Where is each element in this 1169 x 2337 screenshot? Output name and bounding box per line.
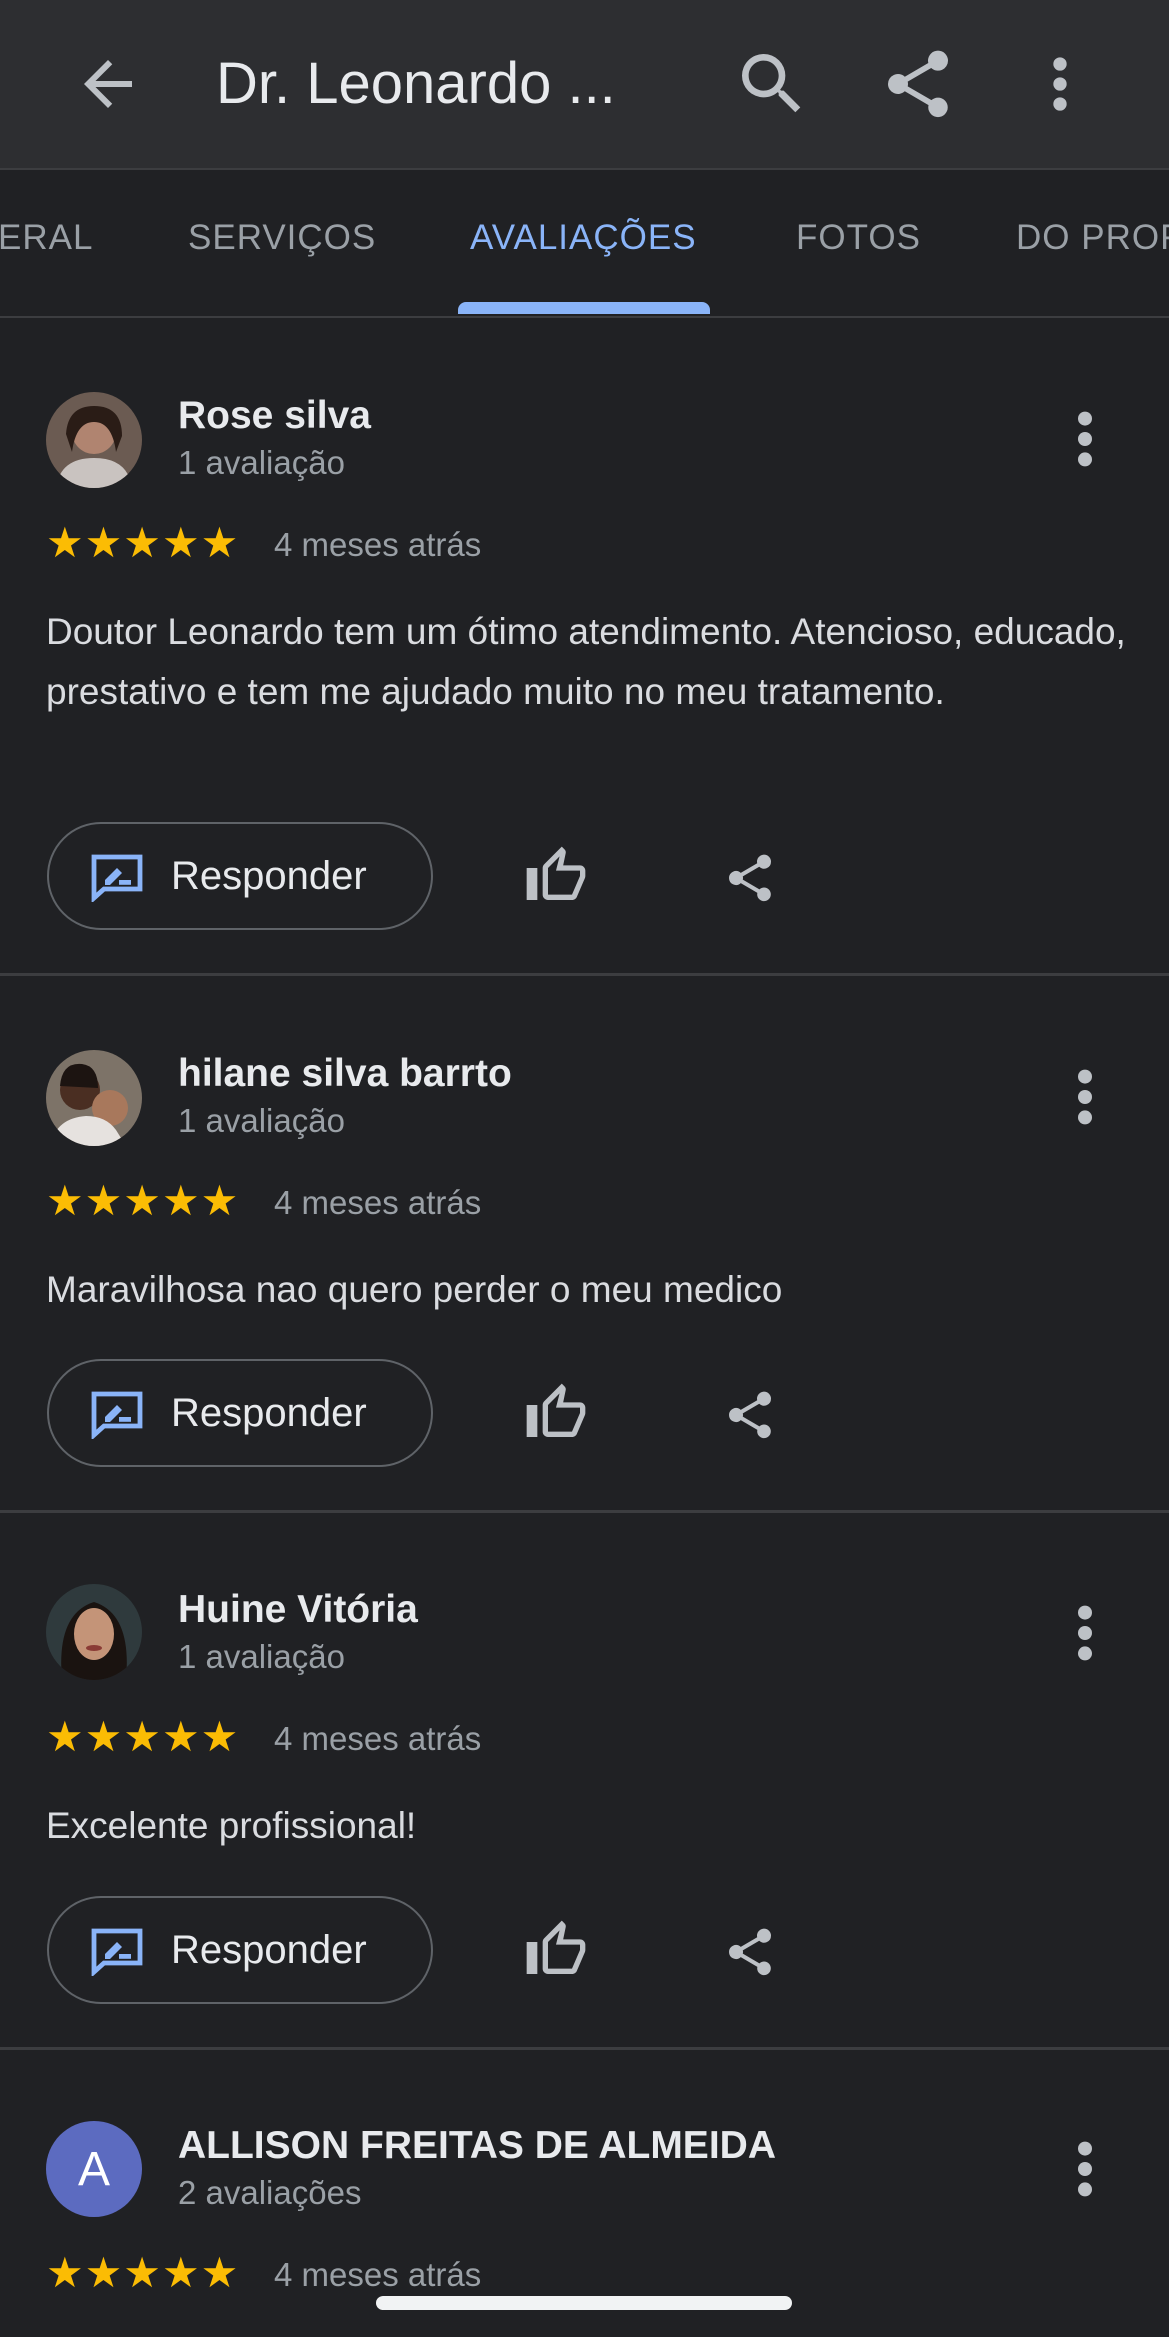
- review-time: 4 meses atrás: [274, 1720, 482, 1757]
- avatar[interactable]: A: [46, 2121, 142, 2217]
- reply-button[interactable]: Responder: [47, 822, 433, 930]
- review-text: Doutor Leonardo tem um ótimo atendimento…: [46, 611, 1126, 712]
- review-time: 4 meses atrás: [274, 2256, 482, 2293]
- avatar[interactable]: [46, 1584, 142, 1680]
- review-time: 4 meses atrás: [274, 1184, 482, 1221]
- review-time: 4 meses atrás: [274, 526, 482, 563]
- review-text: Excelente profissional!: [46, 1805, 417, 1846]
- reviewer-name[interactable]: hilane silva barrto: [178, 1052, 512, 1096]
- star-rating: ★★★★★: [46, 2249, 240, 2296]
- divider: [0, 973, 1169, 976]
- share-icon[interactable]: [722, 1385, 778, 1445]
- thumb-up-icon[interactable]: [524, 1381, 588, 1445]
- avatar-letter: A: [77, 2142, 110, 2196]
- more-vert-icon[interactable]: [1060, 2134, 1110, 2204]
- active-tab-indicator: [458, 302, 710, 314]
- search-icon[interactable]: [732, 44, 812, 124]
- divider: [0, 2047, 1169, 2050]
- reply-button-label: Responder: [171, 854, 367, 898]
- more-vert-icon[interactable]: [1020, 44, 1100, 124]
- more-vert-icon[interactable]: [1060, 404, 1110, 474]
- star-rating: ★★★★★: [46, 1713, 240, 1760]
- page-title: Dr. Leonardo ...: [216, 51, 616, 116]
- thumb-up-icon[interactable]: [524, 1918, 588, 1982]
- avatar[interactable]: [46, 392, 142, 488]
- review-text: Maravilhosa nao quero perder o meu medic…: [46, 1269, 783, 1310]
- more-vert-icon[interactable]: [1060, 1598, 1110, 1668]
- tab-reviews[interactable]: AVALIAÇÕES: [470, 218, 697, 258]
- thumb-up-icon[interactable]: [524, 844, 588, 908]
- avatar[interactable]: [46, 1050, 142, 1146]
- reviewer-name[interactable]: Huine Vitória: [178, 1588, 418, 1632]
- star-rating: ★★★★★: [46, 519, 240, 566]
- reviewer-review-count: 1 avaliação: [178, 444, 345, 481]
- star-rating: ★★★★★: [46, 1177, 240, 1224]
- app-bar: Dr. Leonardo ...: [0, 0, 1169, 170]
- tab-services[interactable]: SERVIÇOS: [188, 218, 376, 258]
- reply-button[interactable]: Responder: [47, 1359, 433, 1467]
- rate-review-icon: [89, 1926, 145, 1978]
- share-icon[interactable]: [722, 848, 778, 908]
- reviewer-name[interactable]: Rose silva: [178, 394, 371, 438]
- reviewer-review-count: 2 avaliações: [178, 2174, 362, 2211]
- reply-button[interactable]: Responder: [47, 1896, 433, 2004]
- share-icon[interactable]: [878, 44, 958, 124]
- tab-photos[interactable]: FOTOS: [796, 218, 921, 258]
- tab-about[interactable]: DO PROF: [1016, 218, 1169, 258]
- divider: [0, 1510, 1169, 1513]
- reply-button-label: Responder: [171, 1928, 367, 1972]
- rate-review-icon: [89, 1389, 145, 1441]
- reviewer-review-count: 1 avaliação: [178, 1102, 345, 1139]
- share-icon[interactable]: [722, 1922, 778, 1982]
- reviewer-name[interactable]: ALLISON FREITAS DE ALMEIDA: [178, 2124, 776, 2168]
- home-indicator[interactable]: [376, 2296, 792, 2310]
- arrow-back-icon[interactable]: [72, 48, 144, 120]
- tab-overview[interactable]: ERAL: [0, 218, 93, 258]
- reply-button-label: Responder: [171, 1391, 367, 1435]
- rate-review-icon: [89, 852, 145, 904]
- reviewer-review-count: 1 avaliação: [178, 1638, 345, 1675]
- more-vert-icon[interactable]: [1060, 1062, 1110, 1132]
- tab-bar: ERAL SERVIÇOS AVALIAÇÕES FOTOS DO PROF: [0, 170, 1169, 318]
